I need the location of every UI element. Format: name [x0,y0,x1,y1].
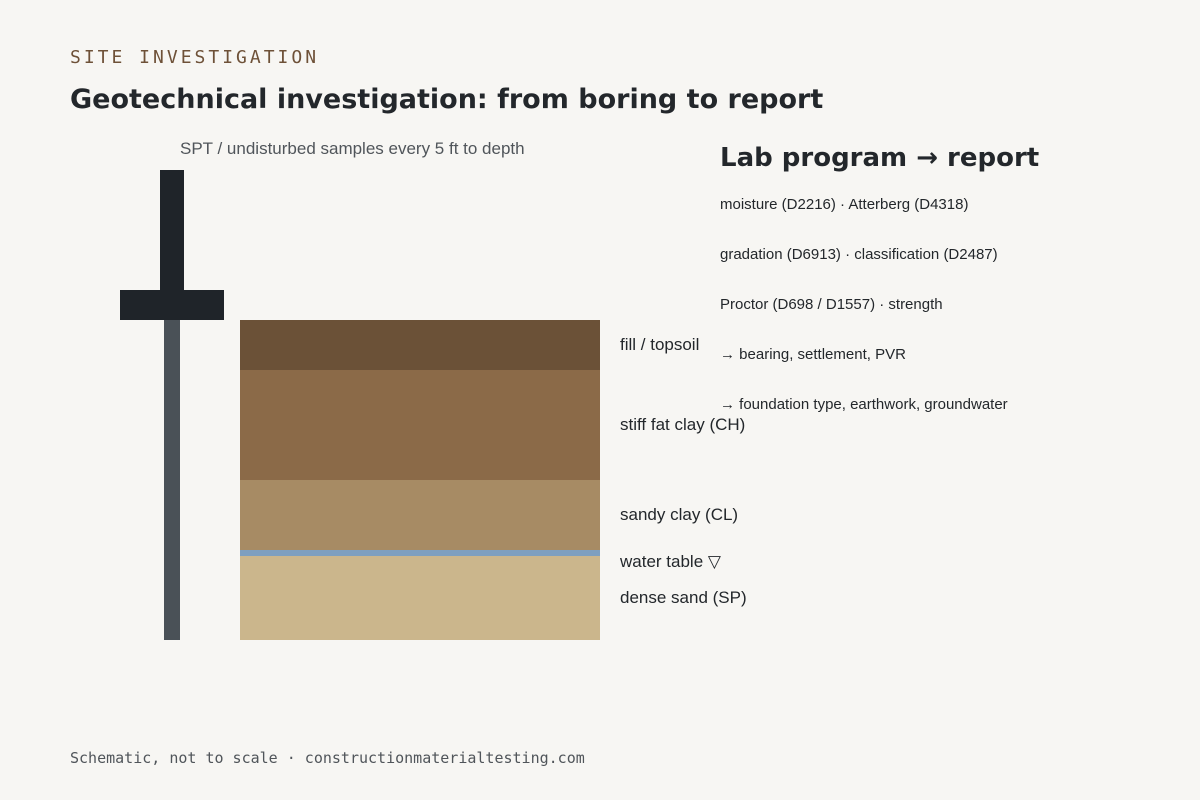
footer-note: Schematic, not to scale · constructionma… [70,749,585,767]
soil-layer-dense-sand [240,556,600,640]
layer-label-fat-clay: stiff fat clay (CH) [620,415,746,434]
layer-label-dense-sand: dense sand (SP) [620,588,747,607]
lab-item-moisture-atterberg: moisture (D2216) · Atterberg (D4318) [720,196,969,213]
lab-item-foundation-earthwork: → foundation type, earthwork, groundwate… [720,396,1008,413]
drill-rod [164,320,180,640]
drill-rig-base [120,290,224,320]
sampling-caption: SPT / undisturbed samples every 5 ft to … [180,139,525,158]
drill-rig-mast [160,170,184,290]
soil-layer-fat-clay [240,370,600,480]
layer-label-water-table: water table ▽ [620,552,721,571]
lab-item-bearing-settlement: → bearing, settlement, PVR [720,346,906,363]
lab-item-gradation-classification: gradation (D6913) · classification (D248… [720,246,998,263]
section-eyebrow: SITE INVESTIGATION [70,47,320,68]
soil-layer-sandy-clay [240,480,600,550]
page-title: Geotechnical investigation: from boring … [70,84,824,115]
layer-label-sandy-clay: sandy clay (CL) [620,505,739,524]
lab-item-proctor-strength: Proctor (D698 / D1557) · strength [720,296,943,313]
soil-layer-fill-topsoil [240,320,600,370]
layer-label-fill-topsoil: fill / topsoil [620,335,700,354]
lab-program-title: Lab program → report [720,143,1040,173]
